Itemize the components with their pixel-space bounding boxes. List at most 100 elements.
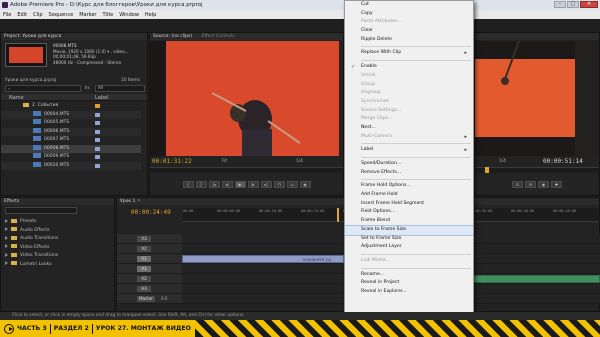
column-label-header[interactable]: Label xyxy=(95,95,109,101)
insert-button[interactable]: ⊓ xyxy=(273,181,285,188)
effects-search-input[interactable] xyxy=(5,207,77,214)
tab-effect-controls[interactable]: Effect Controls xyxy=(202,34,235,39)
track-header-a1[interactable]: A1 xyxy=(117,264,182,274)
menu-separator xyxy=(361,157,471,158)
menu-item-frame-hold-options[interactable]: Frame Hold Options... xyxy=(345,182,473,191)
track-header-master[interactable]: Master 0.0 xyxy=(117,294,182,304)
menu-marker[interactable]: Marker xyxy=(79,12,96,18)
menu-item-enable[interactable]: ✓ Enable xyxy=(345,63,473,72)
menu-separator xyxy=(361,143,471,145)
source-monitor-panel: Source: (no clips) Effect Controls 00:01… xyxy=(149,32,344,196)
effects-folder-lumetri-looks[interactable]: Lumetri Looks xyxy=(1,261,114,270)
go-to-in-button[interactable]: |◂ xyxy=(208,181,220,188)
video-file-icon xyxy=(33,110,41,116)
in-filter-select[interactable]: All xyxy=(95,85,145,92)
menu-file[interactable]: File xyxy=(3,12,11,18)
list-item[interactable]: 00004.MTS xyxy=(1,110,141,119)
source-scrubber[interactable] xyxy=(150,167,343,173)
source-fit-select[interactable]: Fit xyxy=(222,159,227,164)
mark-out-button[interactable]: } xyxy=(195,181,207,188)
track-header-v3[interactable]: V3 xyxy=(117,234,182,244)
menu-item-clear[interactable]: Clear xyxy=(345,27,473,36)
list-item[interactable]: 00005.MTS xyxy=(1,119,141,128)
menu-item-label: Cut xyxy=(361,2,369,7)
list-item[interactable]: 00009.MTS xyxy=(1,153,141,162)
lesson-banner: ЧАСТЬ 3 РАЗДЕЛ 2 УРОК 27. МОНТАЖ ВИДЕО xyxy=(0,320,600,337)
window-controls: – □ ✕ xyxy=(554,1,598,8)
menu-item-replace-with-clip[interactable]: Replace With Clip xyxy=(345,49,473,58)
program-monitor-tab[interactable] xyxy=(475,33,599,40)
export-frame-button[interactable]: ◉ xyxy=(538,181,549,188)
menu-item-label: Nest... xyxy=(361,124,376,130)
ruler-tick: 00:00:45:00 xyxy=(553,209,577,213)
effects-folder-presets[interactable]: Presets xyxy=(1,218,114,227)
menu-title[interactable]: Title xyxy=(102,12,113,18)
list-item[interactable]: 00007.MTS xyxy=(1,136,141,145)
menu-item-frame-blend[interactable]: Frame Blend xyxy=(345,217,473,226)
extract-button[interactable]: ⊡ xyxy=(512,181,523,188)
effects-panel-tab[interactable]: Effects xyxy=(1,198,114,205)
menu-item-scale-to-frame-size[interactable]: Scale to Frame Size xyxy=(345,224,473,236)
menu-item-ripple-delete[interactable]: Ripple Delete xyxy=(345,36,473,45)
menu-sequence[interactable]: Sequence xyxy=(49,12,74,18)
effects-folder-audio-transitions[interactable]: Audio Transitions xyxy=(1,235,114,244)
list-item[interactable]: 00006.MTS xyxy=(1,127,141,136)
menu-clip[interactable]: Clip xyxy=(33,12,42,18)
menu-item-rename[interactable]: Rename... xyxy=(345,271,473,280)
effects-folder-video-transitions[interactable]: Video Transitions xyxy=(1,252,114,261)
video-file-icon xyxy=(33,119,41,124)
menu-item-set-to-frame-size[interactable]: Set to Frame Size xyxy=(345,235,473,244)
track-header-a2[interactable]: A2 xyxy=(117,274,182,284)
maximize-button[interactable]: □ xyxy=(567,1,579,8)
list-item[interactable]: 00008.MTS xyxy=(1,144,141,153)
menu-help[interactable]: Help xyxy=(145,12,156,18)
menu-item-label: Speed/Duration... xyxy=(361,161,402,166)
tab-source[interactable]: Source: (no clips) xyxy=(153,34,192,39)
menu-item-copy[interactable]: Copy xyxy=(345,10,473,19)
video-clip[interactable]: 00008.MTS [V] xyxy=(182,255,344,263)
project-search-input[interactable]: ⌕ xyxy=(5,85,81,92)
menu-window[interactable]: Window xyxy=(119,12,139,18)
close-button[interactable]: ✕ xyxy=(580,1,598,8)
menu-item-nest[interactable]: Nest... xyxy=(345,124,473,133)
menu-item-reveal-in-project[interactable]: Reveal in Project xyxy=(345,279,473,288)
program-scrubber[interactable] xyxy=(475,167,599,173)
menu-item-remove-effects[interactable]: Remove Effects... xyxy=(345,169,473,178)
program-playhead[interactable] xyxy=(485,167,489,173)
menu-item-label: Copy xyxy=(361,10,373,16)
minimize-button[interactable]: – xyxy=(554,1,566,8)
menu-edit[interactable]: Edit xyxy=(17,12,27,18)
export-frame-button[interactable]: ◉ xyxy=(299,181,311,188)
step-back-button[interactable]: ◂| xyxy=(221,181,233,188)
track-header-v2[interactable]: V2 xyxy=(117,244,182,254)
effects-folder-audio-effects[interactable]: Audio Effects xyxy=(1,227,114,236)
timeline-playhead[interactable] xyxy=(337,208,339,222)
column-name-header[interactable]: Name xyxy=(9,95,24,101)
effects-folder-video-effects[interactable]: Video Effects xyxy=(1,244,114,253)
settings-button[interactable]: ✚ xyxy=(551,181,562,188)
menu-item-cut[interactable]: Cut xyxy=(345,1,473,10)
track-header-v1[interactable]: V1 xyxy=(117,254,182,264)
timeline-timecode[interactable]: 00:00:24:49 xyxy=(131,209,171,216)
menu-item-label: Unlink xyxy=(361,72,376,78)
menu-item-field-options[interactable]: Field Options... xyxy=(345,208,473,217)
menu-item-insert-frame-hold-segment[interactable]: Insert Frame Hold Segment xyxy=(345,200,473,209)
go-to-out-button[interactable]: ▸| xyxy=(260,181,272,188)
lift-button[interactable]: ⊟ xyxy=(525,181,536,188)
menu-item-reveal-in-explorer[interactable]: Reveal in Explorer... xyxy=(345,288,473,297)
list-item[interactable]: 2. События xyxy=(1,102,141,111)
track-header-a3[interactable]: A3 xyxy=(117,284,182,294)
project-panel-tab[interactable]: Project: Уроки для курса xyxy=(1,33,147,40)
step-forward-button[interactable]: |▸ xyxy=(247,181,259,188)
source-timecode[interactable]: 00:01:31:22 xyxy=(152,158,192,165)
menu-item-speed-duration[interactable]: Speed/Duration... xyxy=(345,160,473,169)
play-button[interactable]: ▶ xyxy=(234,181,246,188)
audio-clip[interactable] xyxy=(472,275,600,283)
menu-item-add-frame-hold[interactable]: Add Frame Hold xyxy=(345,191,473,200)
overwrite-button[interactable]: ⊔ xyxy=(286,181,298,188)
menu-item-label[interactable]: Label xyxy=(345,146,473,155)
mark-in-button[interactable]: { xyxy=(182,181,194,188)
list-item[interactable]: 00010.MTS xyxy=(1,161,141,170)
menu-item-label: Label xyxy=(361,147,374,153)
menu-item-adjustment-layer[interactable]: Adjustment Layer xyxy=(345,243,473,252)
